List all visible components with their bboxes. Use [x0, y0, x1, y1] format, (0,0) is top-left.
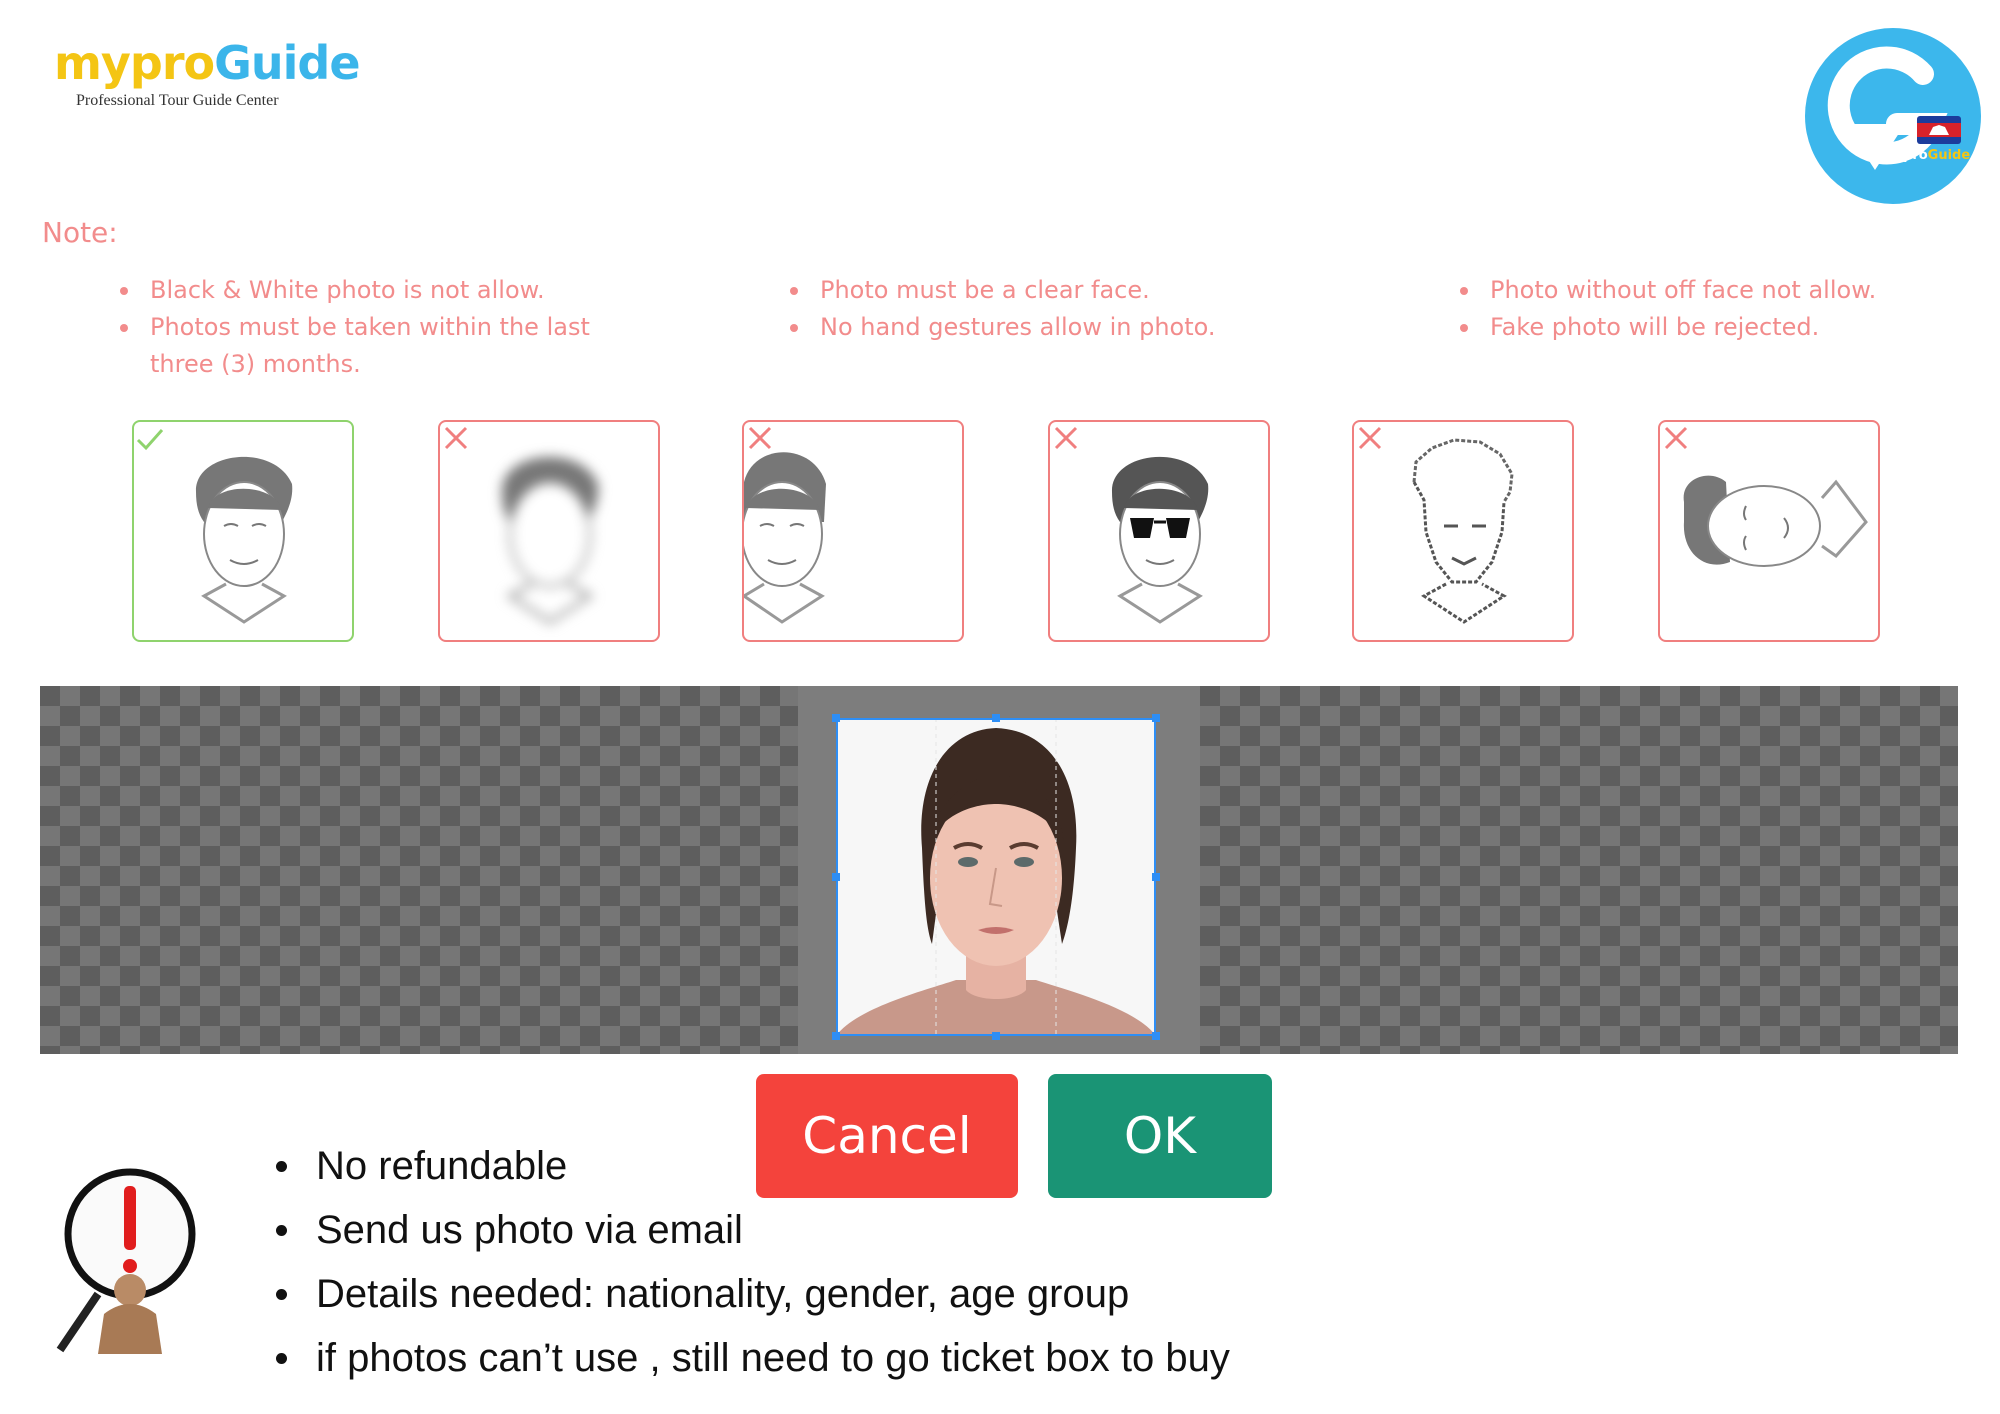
check-icon — [136, 429, 164, 451]
info-bullet-list: No refundable Send us photo via email De… — [268, 1134, 1230, 1390]
logo-tagline: Professional Tour Guide Center — [76, 92, 279, 109]
note-item: Photos must be taken within the last thr… — [118, 309, 658, 383]
crop-handle-top-left[interactable] — [832, 714, 840, 722]
note-item: Black & White photo is not allow. — [118, 272, 658, 309]
note-item: No hand gestures allow in photo. — [788, 309, 1308, 346]
reject-x-icon — [1358, 426, 1382, 450]
note-item: Fake photo will be rejected. — [1458, 309, 1978, 346]
face-blurred-icon — [501, 456, 599, 625]
crop-handle-top-right[interactable] — [1152, 714, 1160, 722]
example-accepted — [132, 420, 354, 642]
magnifier-exclamation-icon — [56, 1168, 196, 1354]
brand-badge-mark — [1827, 46, 1961, 170]
crop-handle-bottom-right[interactable] — [1152, 1032, 1160, 1040]
logo-word-guide: Guide — [214, 36, 360, 90]
bullet-item: if photos can’t use , still need to go t… — [268, 1326, 1230, 1390]
warning-magnifier-icon — [38, 1164, 228, 1354]
note-title: Note: — [42, 216, 118, 249]
face-ok-icon — [195, 456, 293, 624]
note-column-1: Black & White photo is not allow. Photos… — [118, 272, 658, 383]
badge-wordmark: myproGuide — [1881, 148, 1970, 163]
crop-handle-bottom-left[interactable] — [832, 1032, 840, 1040]
brand-badge-icon: myproGuide — [1805, 28, 1981, 204]
face-pixelated-icon — [1412, 438, 1514, 624]
reject-x-icon — [444, 426, 468, 450]
reject-x-icon — [1054, 426, 1078, 450]
note-column-3: Photo without off face not allow. Fake p… — [1458, 272, 1978, 346]
example-blurred — [438, 420, 660, 642]
note-column-2: Photo must be a clear face. No hand gest… — [788, 272, 1308, 346]
example-cropped — [742, 420, 964, 642]
badge-word-mypro: mypro — [1881, 148, 1928, 163]
face-cropped-icon — [744, 452, 826, 624]
badge-word-guide: Guide — [1927, 148, 1971, 163]
example-pixelated — [1352, 420, 1574, 642]
note-item: Photo must be a clear face. — [788, 272, 1308, 309]
logo-word-mypro: mypro — [54, 36, 215, 90]
bullet-item: Details needed: nationality, gender, age… — [268, 1262, 1230, 1326]
reject-x-icon — [748, 426, 772, 450]
face-sunglasses-icon — [1111, 456, 1209, 624]
note-item: Photo without off face not allow. — [1458, 272, 1978, 309]
brand-logo: myproGuide Professional Tour Guide Cente… — [52, 28, 361, 118]
reject-x-icon — [1664, 426, 1688, 450]
crop-frame[interactable] — [836, 718, 1156, 1036]
bullet-item: Send us photo via email — [268, 1198, 1230, 1262]
crop-handle-top[interactable] — [992, 714, 1000, 722]
crop-handle-left[interactable] — [832, 873, 840, 881]
crop-handle-bottom[interactable] — [992, 1032, 1000, 1040]
face-tilted-icon — [1683, 475, 1868, 567]
bullet-item: No refundable — [268, 1134, 1230, 1198]
crop-handle-right[interactable] — [1152, 873, 1160, 881]
logo-wordmark: myproGuide — [54, 36, 361, 90]
example-tilted — [1658, 420, 1880, 642]
example-sunglasses — [1048, 420, 1270, 642]
